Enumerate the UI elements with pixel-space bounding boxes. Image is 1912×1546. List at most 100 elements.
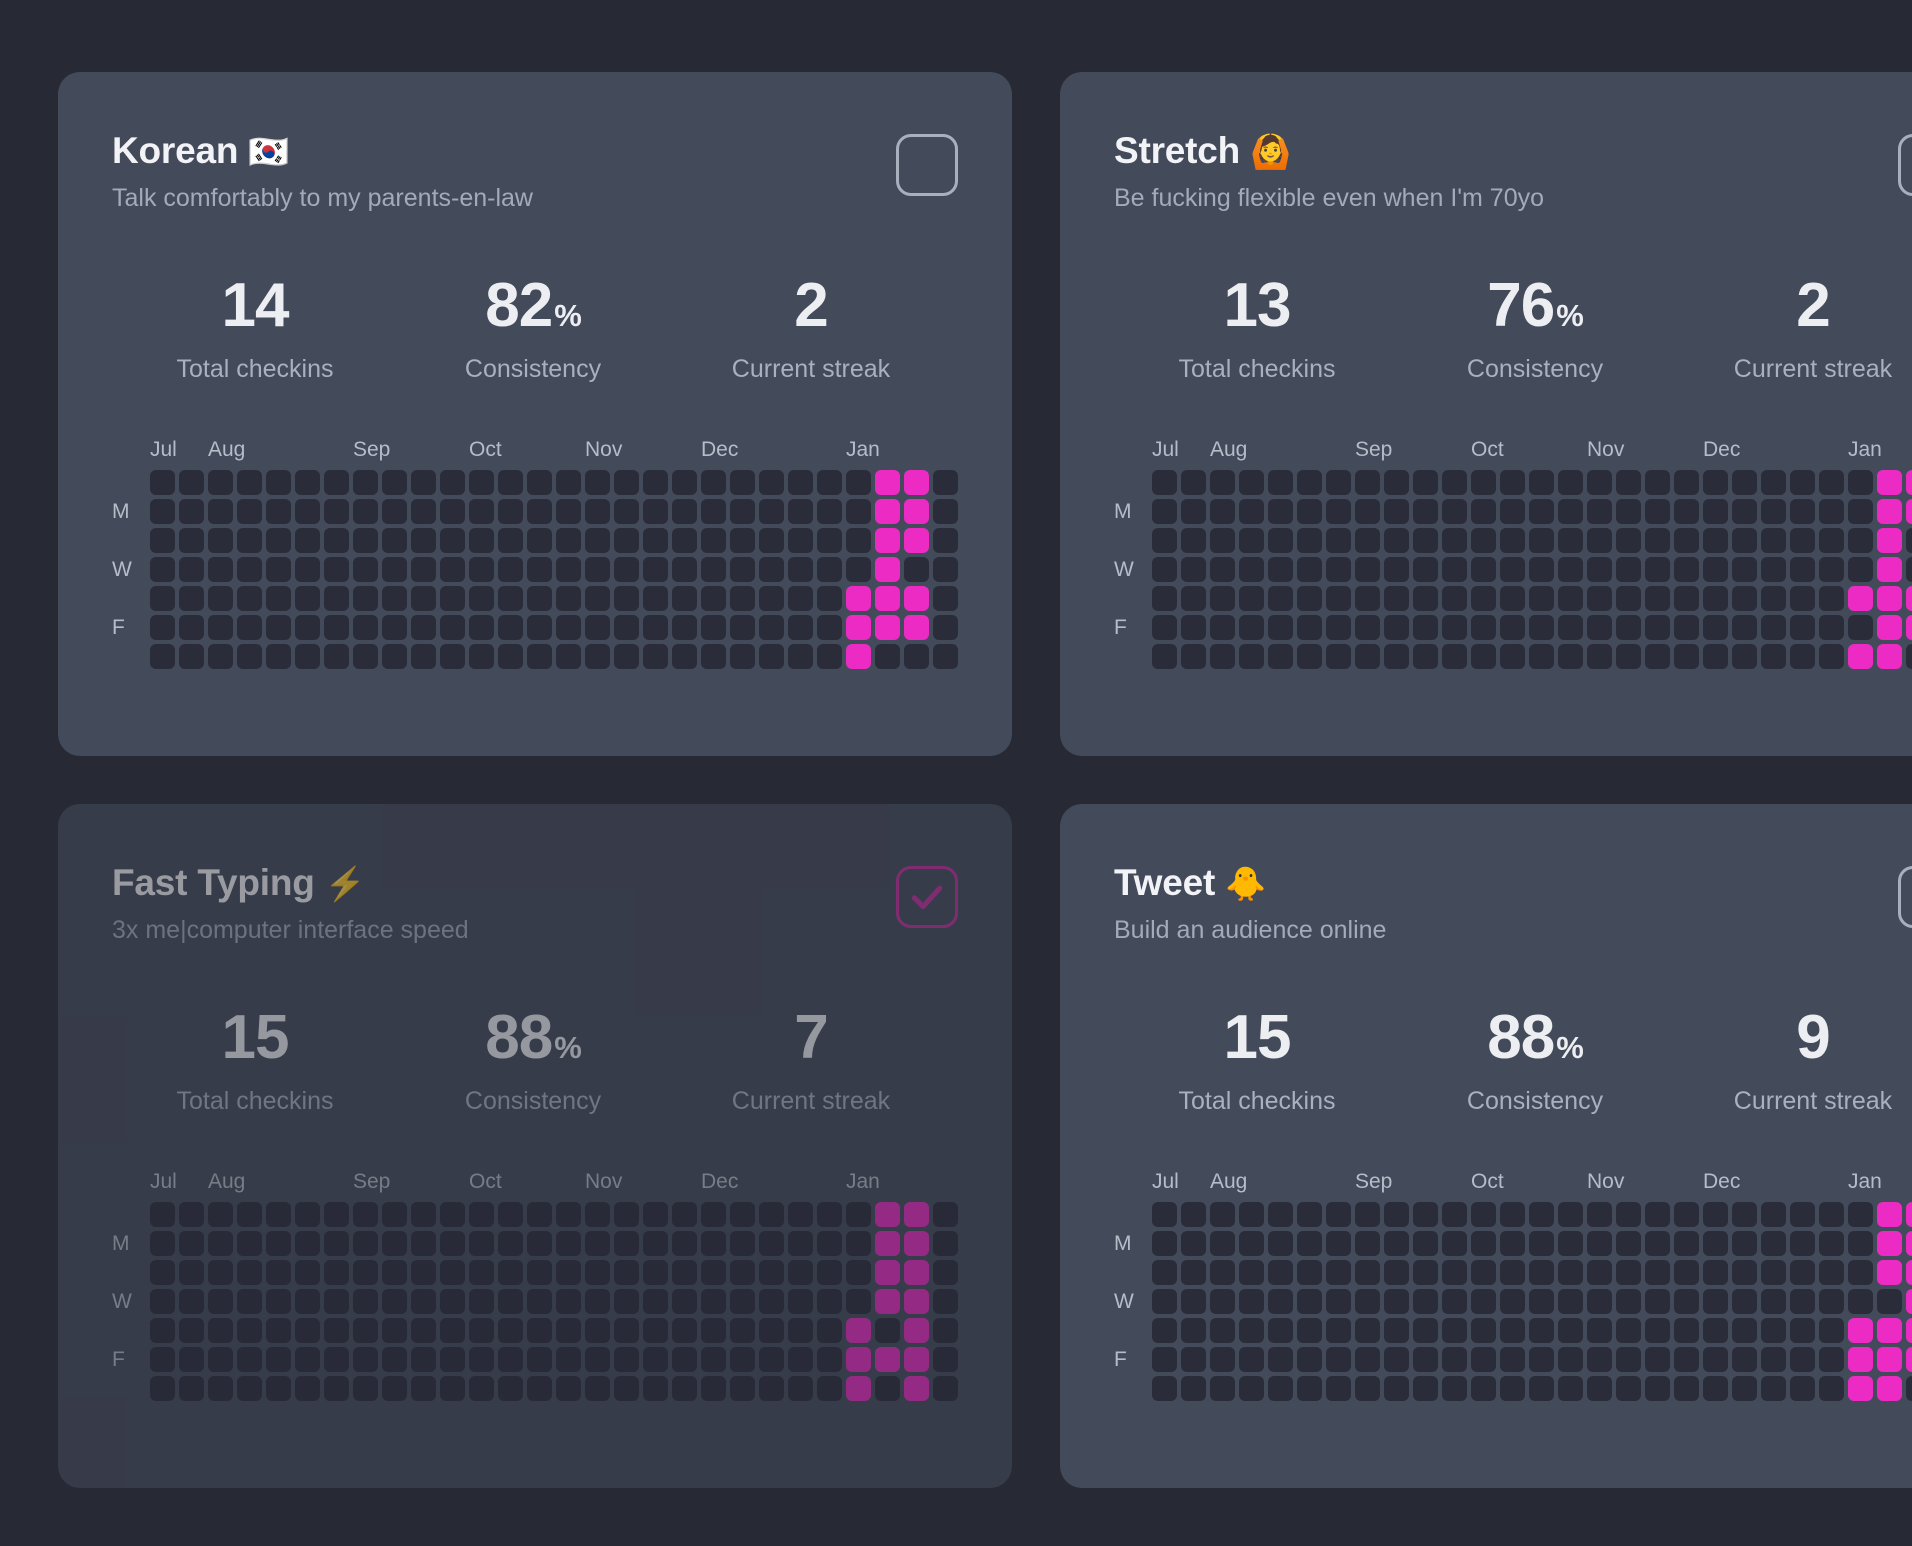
heatmap-cell[interactable] [498, 470, 523, 496]
heatmap-cell[interactable] [382, 499, 407, 525]
heatmap-cell[interactable] [1906, 1347, 1912, 1373]
heatmap-cell[interactable] [150, 1376, 175, 1402]
heatmap-cell[interactable] [1674, 499, 1699, 525]
heatmap-cell[interactable] [1529, 1347, 1554, 1373]
heatmap-cell[interactable] [730, 1318, 755, 1344]
heatmap-cell[interactable] [1500, 1231, 1525, 1257]
heatmap-cell[interactable] [875, 1376, 900, 1402]
heatmap-cell[interactable] [1268, 1231, 1293, 1257]
heatmap-cell[interactable] [701, 586, 726, 612]
heatmap-cell[interactable] [1732, 586, 1757, 612]
heatmap-cell[interactable] [469, 644, 494, 670]
heatmap-cell[interactable] [1761, 499, 1786, 525]
heatmap-cell[interactable] [875, 1289, 900, 1315]
heatmap-cell[interactable] [1848, 586, 1873, 612]
heatmap-cell[interactable] [1616, 644, 1641, 670]
heatmap-cell[interactable] [701, 528, 726, 554]
heatmap-cell[interactable] [672, 1202, 697, 1228]
heatmap-cell[interactable] [846, 1318, 871, 1344]
heatmap-cell[interactable] [1471, 528, 1496, 554]
heatmap-cell[interactable] [498, 499, 523, 525]
heatmap-cell[interactable] [1703, 615, 1728, 641]
heatmap-cell[interactable] [1877, 499, 1902, 525]
heatmap-cell[interactable] [208, 557, 233, 583]
heatmap-cell[interactable] [353, 528, 378, 554]
heatmap-cell[interactable] [237, 1289, 262, 1315]
heatmap-cell[interactable] [1326, 1318, 1351, 1344]
heatmap-cell[interactable] [1790, 1260, 1815, 1286]
heatmap-cell[interactable] [875, 1260, 900, 1286]
heatmap-cell[interactable] [179, 615, 204, 641]
heatmap-cell[interactable] [875, 528, 900, 554]
heatmap-cell[interactable] [904, 557, 929, 583]
heatmap-cell[interactable] [1558, 1376, 1583, 1402]
heatmap-cell[interactable] [208, 1347, 233, 1373]
heatmap-cell[interactable] [1529, 1231, 1554, 1257]
heatmap-cell[interactable] [295, 499, 320, 525]
heatmap-cell[interactable] [1471, 586, 1496, 612]
heatmap-cell[interactable] [759, 615, 784, 641]
heatmap-cell[interactable] [1500, 1347, 1525, 1373]
heatmap-cell[interactable] [1239, 1202, 1264, 1228]
heatmap-cell[interactable] [266, 499, 291, 525]
heatmap-cell[interactable] [266, 1202, 291, 1228]
heatmap-cell[interactable] [150, 557, 175, 583]
heatmap-cell[interactable] [1558, 528, 1583, 554]
heatmap-cell[interactable] [411, 1289, 436, 1315]
heatmap-cell[interactable] [1442, 470, 1467, 496]
heatmap-cell[interactable] [237, 1202, 262, 1228]
heatmap-cell[interactable] [150, 1318, 175, 1344]
heatmap-cell[interactable] [1268, 557, 1293, 583]
heatmap-cell[interactable] [1471, 644, 1496, 670]
heatmap-cell[interactable] [759, 1318, 784, 1344]
heatmap-cell[interactable] [1355, 1376, 1380, 1402]
heatmap-cell[interactable] [411, 499, 436, 525]
heatmap-cell[interactable] [1326, 1376, 1351, 1402]
heatmap-cell[interactable] [1587, 1289, 1612, 1315]
heatmap-cell[interactable] [1210, 1289, 1235, 1315]
heatmap-cell[interactable] [353, 1231, 378, 1257]
heatmap-cell[interactable] [1906, 1231, 1912, 1257]
heatmap-cell[interactable] [933, 1202, 958, 1228]
heatmap-cell[interactable] [1413, 1318, 1438, 1344]
heatmap-cell[interactable] [1500, 1202, 1525, 1228]
heatmap-cell[interactable] [1413, 1347, 1438, 1373]
heatmap-cell[interactable] [353, 1376, 378, 1402]
heatmap-cell[interactable] [1558, 499, 1583, 525]
heatmap-cell[interactable] [1848, 470, 1873, 496]
heatmap-cell[interactable] [1587, 499, 1612, 525]
heatmap-cell[interactable] [411, 470, 436, 496]
heatmap-cell[interactable] [527, 528, 552, 554]
heatmap-cell[interactable] [1703, 1318, 1728, 1344]
heatmap-cell[interactable] [1616, 1202, 1641, 1228]
heatmap-cell[interactable] [585, 1376, 610, 1402]
heatmap-cell[interactable] [1558, 615, 1583, 641]
heatmap-cell[interactable] [1529, 644, 1554, 670]
heatmap-cell[interactable] [1413, 1260, 1438, 1286]
heatmap-cell[interactable] [208, 470, 233, 496]
heatmap-cell[interactable] [1239, 1376, 1264, 1402]
heatmap-cell[interactable] [585, 1202, 610, 1228]
heatmap-cell[interactable] [933, 615, 958, 641]
heatmap-cell[interactable] [1355, 586, 1380, 612]
heatmap-cell[interactable] [904, 1260, 929, 1286]
heatmap-cell[interactable] [1703, 528, 1728, 554]
heatmap-cell[interactable] [1268, 1376, 1293, 1402]
heatmap-cell[interactable] [208, 615, 233, 641]
habit-card-tweet[interactable]: Tweet 🐥 Build an audience online 15 Total c… [1060, 804, 1912, 1488]
heatmap-cell[interactable] [1384, 470, 1409, 496]
heatmap-cell[interactable] [788, 644, 813, 670]
heatmap-cell[interactable] [1384, 1347, 1409, 1373]
heatmap-cell[interactable] [1181, 644, 1206, 670]
heatmap-cell[interactable] [1558, 470, 1583, 496]
heatmap-cell[interactable] [179, 499, 204, 525]
heatmap-cell[interactable] [643, 1231, 668, 1257]
heatmap-cell[interactable] [1384, 528, 1409, 554]
heatmap-cell[interactable] [1268, 499, 1293, 525]
heatmap-cell[interactable] [1906, 557, 1912, 583]
heatmap-cell[interactable] [672, 644, 697, 670]
heatmap-cell[interactable] [1152, 1289, 1177, 1315]
heatmap-cell[interactable] [1906, 1260, 1912, 1286]
heatmap-cell[interactable] [237, 1347, 262, 1373]
heatmap-cell[interactable] [1210, 586, 1235, 612]
